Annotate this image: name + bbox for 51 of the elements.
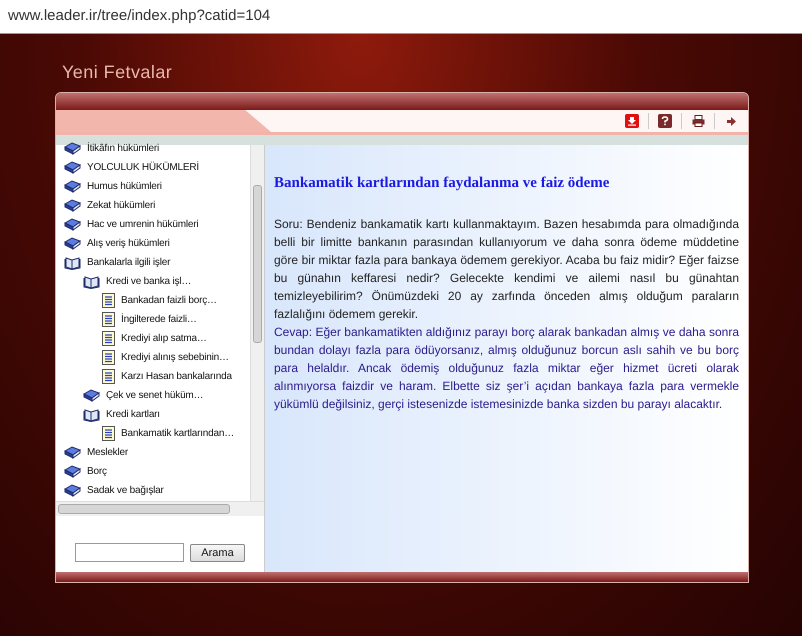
tree-item[interactable]: Meslekler — [87, 445, 128, 460]
tree-item[interactable]: Çek ve senet hüküm… — [106, 388, 204, 403]
search-button[interactable]: Arama — [190, 544, 245, 562]
book-icon — [64, 465, 81, 478]
document-icon — [102, 426, 115, 441]
tree-item[interactable]: Alış veriş hükümleri — [87, 236, 170, 251]
tree-item[interactable]: Bankamatik kartlarından… — [121, 426, 234, 441]
book-icon — [64, 180, 81, 193]
book-icon — [64, 142, 81, 155]
article-title: Bankamatik kartlarından faydalanma ve faiz ödeme — [274, 174, 610, 193]
tree-item[interactable]: İngilterede faizli… — [121, 312, 197, 327]
open-book-icon — [64, 256, 81, 270]
book-icon — [64, 446, 81, 459]
document-icon — [102, 312, 115, 327]
book-icon — [64, 199, 81, 212]
tree-item[interactable]: Bankadan faizli borç… — [121, 293, 217, 308]
tree-item[interactable]: Hac ve umrenin hükümleri — [87, 217, 198, 232]
search-field[interactable] — [75, 543, 184, 562]
tree-item[interactable]: Zekat hükümleri — [87, 198, 156, 213]
document-icon — [102, 331, 115, 346]
tree-item[interactable]: Kredi ve banka işl… — [106, 274, 192, 289]
tree-item[interactable]: Krediyi alınış sebebinin… — [121, 350, 229, 365]
tree-item[interactable]: Sadak ve bağışlar — [87, 483, 164, 498]
tree-item[interactable]: Humus hükümleri — [87, 179, 162, 194]
download-button[interactable] — [625, 114, 639, 128]
open-book-icon — [83, 274, 100, 288]
document-icon — [102, 369, 115, 384]
vertical-scrollbar[interactable] — [250, 145, 264, 501]
question-text: Soru: Bendeniz bankamatik kartı kullanmaktayım. Bazen hesabımda para olmadığında belli bir limitte bankanın parasından kullanıyorum ve daha sonra ödeme müddetine göre bir miktar fazla para bankaya ödemem gerekiyor. Acaba bu faiz midir? Eğer faizse bu günahın keffaresi nedir? Gelecekte kendimi ve ailemi nasıl bu günahtan temizleyebilirim? Önümüzdeki 20 ay zarfında önceden almış olduğum paraların fazlalığını ödemem gerekir. — [274, 216, 739, 322]
book-icon — [64, 484, 81, 497]
document-icon — [102, 293, 115, 308]
book-icon — [64, 237, 81, 250]
tree-item[interactable]: Bankalarla ilgili işler — [87, 255, 170, 270]
help-button[interactable] — [658, 114, 672, 128]
answer-text: Cevap: Eğer bankamatikten aldığınız parayı borç alarak bankadan almış ve daha sonra bundan dolayı fazla para ödüyorsanız, almış olduğunuz borcun aslı sahih ve bu borç para helaldır. Ancak ödemiş olduğunuz fazla miktar eğer hizmet ücreti olarak alınmıyorsa faizdir ve haram. Elbette siz şer’i açıdan bankaya fazla para vermekle yükümlü değilsiniz, gerçi istesenizde istemesinizde banka sizden bu parayı alacaktır. — [274, 324, 739, 412]
tree-item[interactable]: Krediyi alıp satma… — [121, 331, 207, 346]
book-icon — [64, 161, 81, 174]
tree-item[interactable]: YOLCULUK HÜKÜMLERİ — [87, 160, 199, 175]
forward-button[interactable] — [724, 114, 738, 128]
horizontal-scrollbar[interactable] — [56, 501, 264, 516]
tree-item[interactable]: Borç — [87, 464, 107, 479]
book-icon — [64, 218, 81, 231]
document-icon — [102, 350, 115, 365]
address-bar[interactable]: www.leader.ir/tree/index.php?catid=104 — [0, 0, 802, 34]
tree-item[interactable]: Kredi kartları — [106, 407, 160, 422]
page-title: Yeni Fetvalar — [62, 61, 172, 84]
book-icon — [83, 389, 100, 402]
print-button[interactable] — [691, 114, 705, 128]
open-book-icon — [83, 408, 100, 422]
tree-item[interactable]: Karzı Hasan bankalarında — [121, 369, 232, 384]
tree-item[interactable]: İtikâfın hükümleri — [87, 141, 159, 156]
